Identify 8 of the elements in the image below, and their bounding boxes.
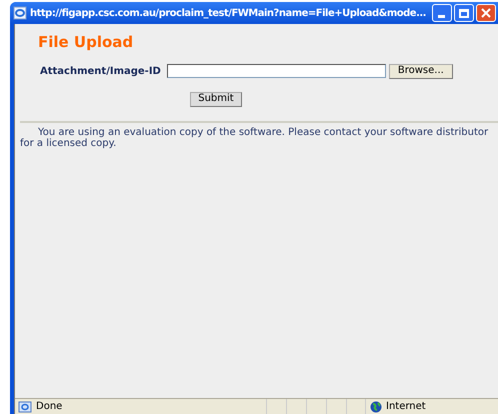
browse-button[interactable]: Browse... xyxy=(388,64,453,78)
submit-button[interactable]: Submit xyxy=(190,92,242,106)
zone-text: Internet xyxy=(386,400,426,414)
evaluation-notice: You are using an evaluation copy of the software. Please contact your software distributor for a licensed copy. xyxy=(20,126,490,148)
field-label: Attachment/Image-ID xyxy=(40,64,161,78)
status-text: Done xyxy=(36,400,64,414)
page-heading: File Upload xyxy=(38,32,134,53)
window-title: http://figapp.csc.com.au/proclaim_test/FWMain?name=File+Upload&mode... xyxy=(30,6,426,20)
